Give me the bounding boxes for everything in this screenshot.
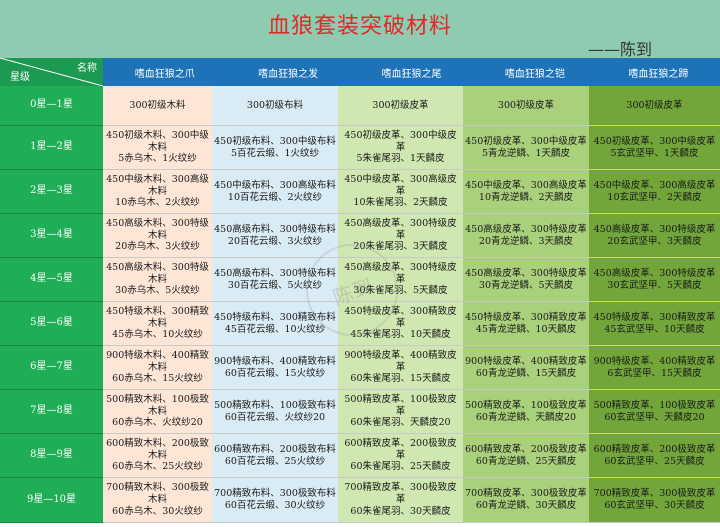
row-star-label: 9星—10星 bbox=[0, 478, 103, 523]
table-cell: 450高级木料、300特级木料 20赤乌木、3火纹纱 bbox=[103, 214, 212, 258]
table-cell: 600精致皮革、200极致皮革 60青龙逆鳞、25天麟皮 bbox=[463, 434, 589, 478]
table-cell: 450中级皮革、300高级皮革 10玄武坚甲、2天麟皮 bbox=[589, 170, 720, 214]
row-star-label: 6星—7星 bbox=[0, 346, 103, 390]
table-cell: 900特级布料、400精致布料 60百花云缎、15火纹纱 bbox=[212, 346, 338, 390]
table-cell: 450初级木料、300中级木料 5赤乌木、1火纹纱 bbox=[103, 126, 212, 170]
table-cell: 500精致皮革、100极致皮革 60青龙逆鳞、天麟皮20 bbox=[463, 390, 589, 434]
table-cell: 450中级皮革、300高级皮革 10青龙逆鳞、2天麟皮 bbox=[463, 170, 589, 214]
table-cell: 700精致皮革、300极致皮革 60青龙逆鳞、30天麟皮 bbox=[463, 478, 589, 523]
table-cell: 300初级皮革 bbox=[463, 86, 589, 126]
table-cell: 900特级皮革、400精致皮革 60朱雀尾羽、15天麟皮 bbox=[338, 346, 463, 390]
corner-star-label: 星级 bbox=[10, 72, 30, 83]
table-cell: 450高级皮革、300特级皮革 20朱雀尾羽、3天麟皮 bbox=[338, 214, 463, 258]
column-header-claw: 嗜血狂狼之爪 bbox=[134, 68, 195, 80]
table-cell: 900特级皮革、400精致皮革 6玄武坚甲、15天麟皮 bbox=[589, 346, 720, 390]
table-cell: 500精致布料、100极致布料 60百花云缎、火纹纱20 bbox=[212, 390, 338, 434]
table-cell: 450特级皮革、300精致皮革 45青龙逆鳞、10天麟皮 bbox=[463, 302, 589, 346]
table-cell: 600精致木料、200极致木料 60赤乌木、25火纹纱 bbox=[103, 434, 212, 478]
table-cell: 450特级木料、300精致木料 45赤乌木、10火纹纱 bbox=[103, 302, 212, 346]
row-star-label: 1星—2星 bbox=[0, 126, 103, 170]
table-cell: 600精致皮革、200极致皮革 60朱雀尾羽、25天麟皮 bbox=[338, 434, 463, 478]
row-star-label: 8星—9星 bbox=[0, 434, 103, 478]
row-star-label: 5星—6星 bbox=[0, 302, 103, 346]
row-star-label: 2星—3星 bbox=[0, 170, 103, 214]
table-cell: 300初级皮革 bbox=[589, 86, 720, 126]
row-star-label: 3星—4星 bbox=[0, 214, 103, 258]
table-cell: 500精致皮革、100极致皮革 60玄武坚甲、天麟皮20 bbox=[589, 390, 720, 434]
table-cell: 700精致皮革、300极致皮革 60玄武坚甲、30天麟皮 bbox=[589, 478, 720, 523]
table-cell: 450高级皮革、300特级皮革 20玄武坚甲、3天麟皮 bbox=[589, 214, 720, 258]
table-cell: 300初级布料 bbox=[212, 86, 338, 126]
table-cell: 450高级布料、300特级布料 30百花云缎、5火纹纱 bbox=[212, 258, 338, 302]
table-cell: 500精致木料、100极致木料 60赤乌木、火纹纱20 bbox=[103, 390, 212, 434]
header-banner: 血狼套装突破材料 ——陈到 bbox=[0, 0, 720, 59]
table-cell: 450高级木料、300特级木料 30赤乌木、5火纹纱 bbox=[103, 258, 212, 302]
row-star-label: 0星—1星 bbox=[0, 86, 103, 126]
row-star-label: 7星—8星 bbox=[0, 390, 103, 434]
table-cell: 450高级皮革、300特级皮革 30玄武坚甲、5天麟皮 bbox=[589, 258, 720, 302]
table-cell: 700精致皮革、300极致皮革 60朱雀尾羽、30天麟皮 bbox=[338, 478, 463, 523]
table-cell: 450高级皮革、300特级皮革 30青龙逆鳞、5天麟皮 bbox=[463, 258, 589, 302]
table-cell: 450特级布料、300精致布料 45百花云缎、10火纹纱 bbox=[212, 302, 338, 346]
table-cell: 450中级木料、300高级木料 10赤乌木、2火纹纱 bbox=[103, 170, 212, 214]
table-cell: 450高级皮革、300特级皮革 20青龙逆鳞、3天麟皮 bbox=[463, 214, 589, 258]
table-cell: 300初级木料 bbox=[103, 86, 212, 126]
table-cell: 900特级木料、400精致木料 60赤乌木、15火纹纱 bbox=[103, 346, 212, 390]
table-cell: 450中级皮革、300高级皮革 10朱雀尾羽、2天麟皮 bbox=[338, 170, 463, 214]
table-cell: 450初级皮革、300中级皮革 5青龙逆鳞、1天麟皮 bbox=[463, 126, 589, 170]
materials-table: 0星—1星 300初级木料 300初级布料 300初级皮革 300初级皮革 300初级皮革… bbox=[0, 86, 720, 527]
table-cell: 450初级皮革、300中级皮革 5玄武坚甲、1天麟皮 bbox=[589, 126, 720, 170]
column-header-hair: 嗜血狂狼之发 bbox=[258, 68, 319, 80]
table-cell: 500精致皮革、100极致皮革 60朱雀尾羽、天麟皮20 bbox=[338, 390, 463, 434]
column-header-row: 嗜血狂狼之爪 嗜血狂狼之发 嗜血狂狼之尾 嗜血狂狼之铠 嗜血狂狼之蹄 bbox=[103, 58, 720, 86]
table-cell: 700精致木料、300极致木料 60赤乌木、30火纹纱 bbox=[103, 478, 212, 523]
table-corner-header: 名称 星级 bbox=[0, 58, 103, 86]
author-signature: ——陈到 bbox=[588, 40, 653, 59]
table-cell: 600精致皮革、200极致皮革 60玄武坚甲、25天麟皮 bbox=[589, 434, 720, 478]
table-cell: 450初级布料、300中级布料 5百花云缎、1火纹纱 bbox=[212, 126, 338, 170]
table-cell: 450初级皮革、300中级皮革 5朱雀尾羽、1天麟皮 bbox=[338, 126, 463, 170]
table-cell: 300初级皮革 bbox=[338, 86, 463, 126]
corner-name-label: 名称 bbox=[77, 63, 97, 74]
table-cell: 450高级皮革、300特级皮革 30朱雀尾羽、5天麟皮 bbox=[338, 258, 463, 302]
column-header-hoof: 嗜血狂狼之蹄 bbox=[628, 68, 689, 80]
table-cell: 450特级皮革、300精致皮革 45玄武坚甲、10天麟皮 bbox=[589, 302, 720, 346]
table-cell: 700精致布料、300极致布料 60百花云缎、30火纹纱 bbox=[212, 478, 338, 523]
table-cell: 450特级皮革、300精致皮革 45朱雀尾羽、10天麟皮 bbox=[338, 302, 463, 346]
table-cell: 450高级布料、300特级布料 20百花云缎、3火纹纱 bbox=[212, 214, 338, 258]
row-star-label: 4星—5星 bbox=[0, 258, 103, 302]
table-cell: 900特级皮革、400精致皮革 60青龙逆鳞、15天麟皮 bbox=[463, 346, 589, 390]
table-cell: 450中级布料、300高级布料 10百花云缎、2火纹纱 bbox=[212, 170, 338, 214]
column-header-tail: 嗜血狂狼之尾 bbox=[381, 68, 442, 80]
table-cell: 600精致布料、200极致布料 60百花云缎、25火纹纱 bbox=[212, 434, 338, 478]
column-header-armor: 嗜血狂狼之铠 bbox=[504, 68, 565, 80]
